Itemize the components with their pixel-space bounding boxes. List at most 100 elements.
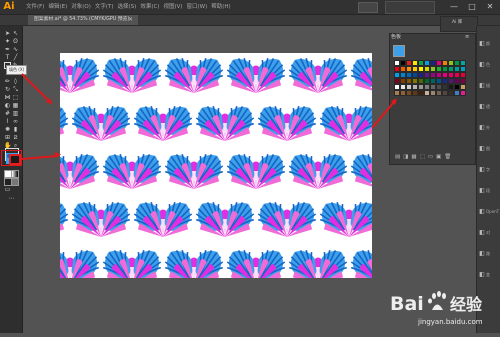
- workspace-switcher[interactable]: [385, 1, 435, 14]
- pattern-motif-33: [71, 201, 131, 237]
- graph-tool-icon[interactable]: ▮: [12, 126, 19, 133]
- pattern-motif-43: [164, 249, 224, 278]
- slice-tool-icon[interactable]: ⧄: [12, 134, 19, 141]
- pen-tool-icon[interactable]: ✒: [4, 46, 11, 53]
- swatches-panel-title[interactable]: 色板: [391, 34, 401, 41]
- menu-item-4[interactable]: 选择(S): [118, 0, 137, 14]
- swatch-action-icon-6[interactable]: 🗑: [444, 152, 451, 163]
- dock-panel-icon-0[interactable]: ◧: [478, 40, 486, 48]
- scale-tool-icon[interactable]: ⤡: [12, 86, 19, 93]
- menu-item-1[interactable]: 编辑(E): [48, 0, 67, 14]
- dock-panel-icon-9[interactable]: ◧: [478, 229, 486, 237]
- fill-highlight-frame: [1, 150, 22, 166]
- pattern-motif-10: [102, 57, 162, 93]
- annotation-arrow-2: [21, 154, 58, 160]
- dock-panel-label-11: 变: [486, 272, 490, 277]
- dock-panel-icon-4[interactable]: ◧: [478, 124, 486, 132]
- tool-tooltip: 填色 (X): [6, 65, 28, 75]
- mesh-tool-icon[interactable]: #: [4, 110, 11, 117]
- search-field[interactable]: [358, 2, 378, 13]
- panel-menu-icon[interactable]: ≡: [465, 34, 469, 40]
- dock-panel-icon-1[interactable]: ◧: [478, 61, 486, 69]
- dock-panel-icon-5[interactable]: ◧: [478, 145, 486, 153]
- pattern-motif-11: [164, 57, 224, 93]
- document-tab[interactable]: 图案素材.ai* @ 54.73% (CMYK/GPU 预览): [28, 15, 138, 25]
- dock-panel-icon-10[interactable]: ◧: [478, 250, 486, 258]
- swatch-action-icon-3[interactable]: ⬚: [420, 152, 425, 163]
- line-tool-icon[interactable]: ╱: [12, 54, 19, 61]
- swatches-panel-footer: ▤ ◨ ▦ ⬚ ▭ ▣ 🗑: [389, 152, 474, 163]
- pattern-motif-26: [102, 153, 162, 189]
- symbol-sprayer-tool-icon[interactable]: ✺: [4, 126, 11, 133]
- dock-panel-icon-11[interactable]: ◧: [478, 271, 486, 279]
- more-tools-icon[interactable]: ⋯: [8, 195, 15, 202]
- close-tab-icon[interactable]: ✕: [128, 15, 133, 25]
- free-transform-tool-icon[interactable]: ⬚: [12, 94, 19, 101]
- magic-wand-tool-icon[interactable]: ✦: [4, 38, 11, 45]
- blend-tool-icon[interactable]: ∞: [12, 118, 19, 125]
- menu-item-2[interactable]: 对象(O): [71, 0, 91, 14]
- watermark-text2: 经验: [450, 295, 483, 314]
- type-tool-icon[interactable]: T: [4, 54, 11, 61]
- swatch-action-icon-2[interactable]: ▦: [411, 152, 416, 163]
- pattern-motif-36: [257, 201, 317, 237]
- pattern-motif-27: [164, 153, 224, 189]
- pattern-motif-29: [288, 153, 348, 189]
- dock-panel-label-7: 段: [486, 188, 490, 193]
- rotate-tool-icon[interactable]: ↻: [4, 86, 11, 93]
- swatch-action-icon-1[interactable]: ◨: [403, 152, 408, 163]
- pattern-motif-28: [226, 153, 286, 189]
- eraser-tool-icon[interactable]: ◊: [12, 78, 19, 85]
- swatch-action-icon-4[interactable]: ▭: [428, 152, 433, 163]
- screen-mode-icon[interactable]: ▭: [4, 186, 11, 193]
- curvature-tool-icon[interactable]: ∿: [12, 46, 19, 53]
- artboard-tool-icon[interactable]: ⊞: [4, 134, 11, 141]
- pattern-motif-42: [102, 249, 162, 278]
- perspective-grid-tool-icon[interactable]: ▦: [12, 102, 19, 109]
- pencil-tool-icon[interactable]: ✏: [4, 78, 11, 85]
- draw-mode-icon[interactable]: [11, 178, 19, 186]
- pattern-motif-25: [60, 153, 100, 189]
- swatch-action-icon-0[interactable]: ▤: [395, 152, 400, 163]
- minimize-button[interactable]: —: [445, 0, 463, 13]
- annotation-arrowhead-2: [54, 151, 62, 158]
- pattern-motif-44: [226, 249, 286, 278]
- menu-item-8[interactable]: 帮助(H): [211, 0, 230, 14]
- selection-tool-icon[interactable]: ➤: [4, 30, 11, 37]
- menu-item-0[interactable]: 文件(F): [26, 0, 44, 14]
- direct-selection-tool-icon[interactable]: ↖: [12, 30, 19, 37]
- artboard[interactable]: [60, 53, 372, 278]
- width-tool-icon[interactable]: ⋈: [4, 94, 11, 101]
- shape-builder-tool-icon[interactable]: ◐: [4, 102, 11, 109]
- pattern-motif-18: [133, 105, 193, 141]
- menu-item-6[interactable]: 视图(V): [163, 0, 182, 14]
- gradient-mode-icon[interactable]: [11, 170, 19, 178]
- pattern-motif-30: [350, 153, 372, 187]
- annotation-arrow-1: [21, 73, 51, 103]
- current-swatch-preview: [393, 45, 405, 57]
- dock-panel-icon-6[interactable]: ◧: [478, 166, 486, 174]
- pattern-motif-12: [226, 57, 286, 93]
- gradient-tool-icon[interactable]: ▥: [12, 110, 19, 117]
- dock-panel-icon-7[interactable]: ◧: [478, 187, 486, 195]
- eyedropper-tool-icon[interactable]: ⌇: [4, 118, 11, 125]
- close-button[interactable]: ✕: [481, 0, 499, 13]
- menu-item-7[interactable]: 窗口(W): [187, 0, 208, 14]
- pattern-motif-14: [350, 57, 372, 91]
- menu-items: 文件(F) 编辑(E) 对象(O) 文字(T) 选择(S) 效果(C) 视图(V) 窗口(W)…: [26, 0, 231, 14]
- swatch-action-icon-5[interactable]: ▣: [436, 152, 441, 163]
- maximize-button[interactable]: □: [463, 0, 481, 13]
- lasso-tool-icon[interactable]: ʘ: [12, 38, 19, 45]
- pattern-motif-32: [60, 203, 69, 231]
- dock-panel-icon-2[interactable]: ◧: [478, 82, 486, 90]
- swatch-71[interactable]: [460, 90, 466, 96]
- pattern-motif-13: [288, 57, 348, 93]
- menu-item-3[interactable]: 文字(T): [95, 0, 114, 14]
- pattern-motif-41: [60, 249, 100, 278]
- menu-item-5[interactable]: 效果(C): [140, 0, 159, 14]
- dock-panel-icon-3[interactable]: ◧: [478, 103, 486, 111]
- dock-panel-label-2: 描: [486, 83, 490, 88]
- dock-panel-icon-8[interactable]: ◧: [478, 208, 486, 216]
- pattern-motif-35: [195, 201, 255, 237]
- fan-pattern-artwork: [60, 57, 372, 278]
